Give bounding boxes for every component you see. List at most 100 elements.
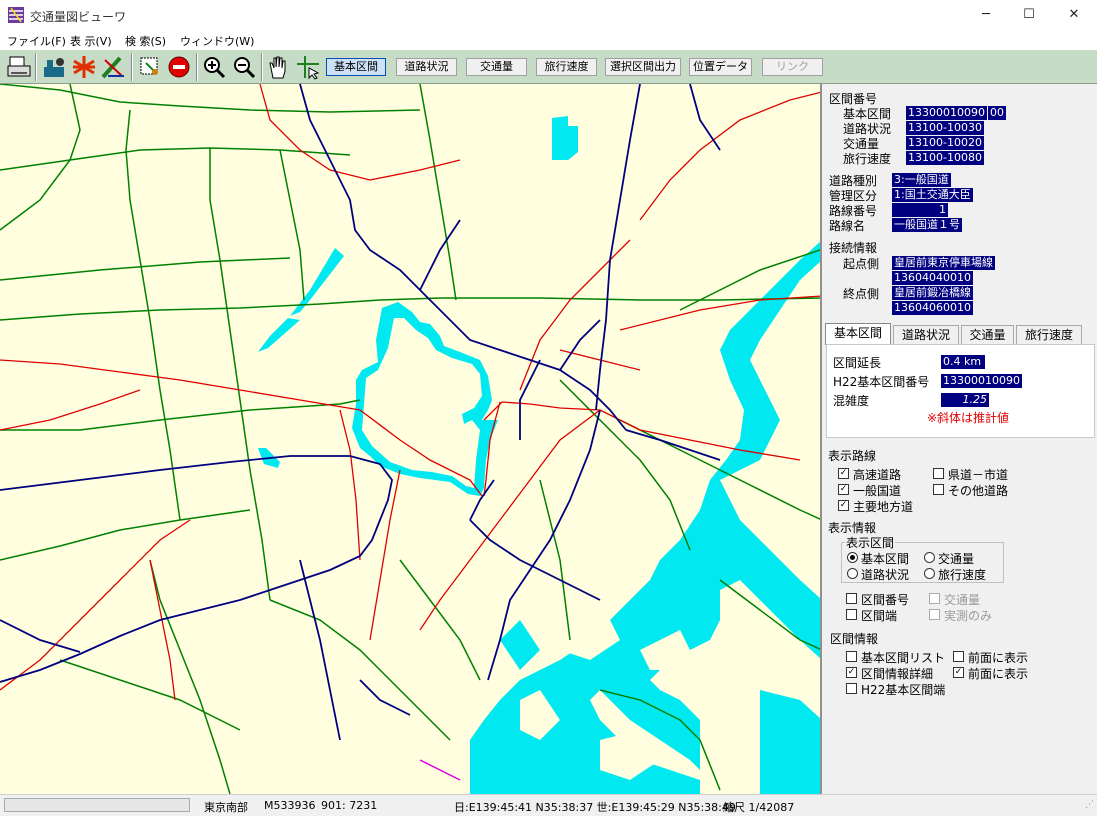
- checkbox-detail-front-label: 前面に表示: [968, 667, 1029, 681]
- close-button[interactable]: ✕: [1051, 0, 1097, 30]
- mode-road-condition-button[interactable]: 道路状況: [396, 58, 457, 76]
- maximize-button[interactable]: ☐: [1006, 0, 1052, 30]
- checkbox-h22-section-ends-label: H22基本区間端: [861, 683, 946, 697]
- export-selected-section-button[interactable]: 選択区間出力: [605, 58, 681, 76]
- checkbox-expressway-label: 高速道路: [853, 468, 902, 482]
- route-number-value: 1: [892, 203, 948, 217]
- estimate-note: ※斜体は推計値: [927, 411, 1010, 425]
- checkbox-prefectural-municipal[interactable]: [933, 468, 944, 479]
- status-bar: 東京南部 M533936 901: 7231 日:E139:45:41 N35:…: [0, 794, 1097, 816]
- pencil-tool-icon[interactable]: [100, 54, 126, 80]
- checkbox-other-road-label: その他道路: [948, 484, 1009, 498]
- ryoko-label: 旅行速度: [843, 152, 892, 166]
- app-icon: [8, 7, 24, 23]
- congestion-label: 混雑度: [833, 394, 870, 408]
- radio-road-condition-label: 道路状況: [861, 568, 910, 582]
- radio-basic-section[interactable]: [847, 552, 858, 563]
- hand-pan-icon[interactable]: [265, 54, 291, 80]
- checkbox-section-ends[interactable]: [846, 609, 857, 620]
- minimize-button[interactable]: ─: [963, 0, 1009, 30]
- checkbox-section-detail-label: 区間情報詳細: [861, 667, 934, 681]
- checkbox-detail-front[interactable]: ✓: [953, 667, 964, 678]
- radio-travel-speed-label: 旅行速度: [938, 568, 987, 582]
- start-side-id: 13604040010: [892, 271, 973, 285]
- checkbox-section-detail[interactable]: ✓: [846, 667, 857, 678]
- resize-grip-icon[interactable]: ⋰: [1085, 800, 1094, 810]
- checkbox-main-local-road-label: 主要地方道: [853, 500, 914, 514]
- checkbox-section-ends-label: 区間端: [861, 609, 898, 623]
- tab-page-basic-section: 区間延長 0.4 km H22基本区間番号 13300010090 混雑度 1.…: [826, 344, 1095, 438]
- length-value: 0.4 km: [941, 355, 985, 369]
- mode-travel-speed-button[interactable]: 旅行速度: [536, 58, 597, 76]
- toolbar: 基本区間 道路状況 交通量 旅行速度 選択区間出力 位置データ リンク: [0, 50, 1097, 84]
- checkbox-h22-section-ends[interactable]: [846, 683, 857, 694]
- tab-travel-speed[interactable]: 旅行速度: [1016, 325, 1082, 344]
- tab-traffic-volume[interactable]: 交通量: [961, 325, 1014, 344]
- checkbox-traffic-volume[interactable]: [929, 593, 940, 604]
- zoom-out-icon[interactable]: [231, 54, 257, 80]
- status-progress: [4, 798, 190, 812]
- route-name-label: 路線名: [829, 219, 866, 233]
- status-area: 東京南部: [204, 801, 248, 814]
- tab-road-condition[interactable]: 道路状況: [893, 325, 959, 344]
- section-info-header: 区間情報: [830, 632, 879, 646]
- congestion-value: 1.25: [941, 393, 989, 407]
- toolbar-separator: [35, 53, 37, 81]
- display-section-group-label: 表示区間: [845, 534, 896, 551]
- map-view[interactable]: [0, 84, 822, 794]
- kotsu-value: 13100-10020: [906, 136, 984, 150]
- mode-traffic-volume-button[interactable]: 交通量: [466, 58, 527, 76]
- end-side-label: 終点側: [843, 287, 880, 301]
- radio-basic-section-label: 基本区間: [861, 552, 910, 566]
- checkbox-other-road[interactable]: [933, 484, 944, 495]
- mode-basic-section-button[interactable]: 基本区間: [326, 58, 386, 76]
- kihon-value: 13300010090: [906, 106, 987, 120]
- menu-search[interactable]: 検 索(S): [125, 33, 166, 49]
- menu-view[interactable]: 表 示(V): [70, 33, 112, 49]
- status-scale: 縮尺 1/42087: [723, 801, 795, 814]
- radio-traffic-volume[interactable]: [924, 552, 935, 563]
- status-code: 901: 7231: [321, 799, 378, 812]
- status-coordinates: 日:E139:45:41 N35:38:37 世:E139:45:29 N35:…: [454, 801, 736, 814]
- crosshair-select-icon[interactable]: [295, 54, 321, 80]
- select-region-icon[interactable]: [137, 54, 163, 80]
- position-data-button[interactable]: 位置データ: [689, 58, 752, 76]
- section-tool-icon[interactable]: [41, 54, 67, 80]
- checkbox-list-front[interactable]: [953, 651, 964, 662]
- ryoko-value: 13100-10080: [906, 151, 984, 165]
- stop-icon[interactable]: [166, 54, 192, 80]
- radio-travel-speed[interactable]: [924, 568, 935, 579]
- road-type-value: 3:一般国道: [892, 173, 951, 187]
- radio-road-condition[interactable]: [847, 568, 858, 579]
- window-title: 交通量図ビューワ: [30, 10, 127, 24]
- toolbar-separator: [196, 53, 198, 81]
- checkbox-prefectural-municipal-label: 県道－市道: [948, 468, 1009, 482]
- start-side-name: 皇居前東京停車場線: [892, 256, 995, 270]
- tab-basic-section[interactable]: 基本区間: [825, 323, 891, 345]
- checkbox-section-number[interactable]: [846, 593, 857, 604]
- route-name-value: 一般国道１号: [892, 218, 962, 232]
- zoom-in-icon[interactable]: [201, 54, 227, 80]
- checkbox-measured-only[interactable]: [929, 609, 940, 620]
- menu-file[interactable]: ファイル(F): [7, 33, 66, 49]
- checkbox-basic-section-list[interactable]: [846, 651, 857, 662]
- menu-window[interactable]: ウィンドウ(W): [180, 33, 254, 49]
- checkbox-main-local-road[interactable]: ✓: [838, 500, 849, 511]
- road-map[interactable]: [0, 84, 822, 794]
- status-mesh: M533936: [264, 799, 316, 812]
- checkbox-expressway[interactable]: ✓: [838, 468, 849, 479]
- checkbox-national-road[interactable]: ✓: [838, 484, 849, 495]
- checkbox-basic-section-list-label: 基本区間リスト: [861, 651, 946, 665]
- link-button[interactable]: リンク: [762, 58, 823, 76]
- admin-value: 1:国土交通大臣: [892, 188, 973, 202]
- print-icon[interactable]: [6, 54, 32, 80]
- info-panel: 区間番号 基本区間 13300010090 00 道路状況 13100-1003…: [822, 84, 1097, 794]
- menu-bar: ファイル(F) 表 示(V) 検 索(S) ウィンドウ(W): [0, 30, 1097, 50]
- asterisk-icon[interactable]: [71, 54, 97, 80]
- end-side-name: 皇居前鍛冶橋線: [892, 286, 973, 300]
- end-side-id: 13604060010: [892, 301, 973, 315]
- checkbox-measured-only-label: 実測のみ: [944, 609, 993, 623]
- checkbox-section-number-label: 区間番号: [861, 593, 910, 607]
- checkbox-list-front-label: 前面に表示: [968, 651, 1029, 665]
- start-side-label: 起点側: [843, 257, 880, 271]
